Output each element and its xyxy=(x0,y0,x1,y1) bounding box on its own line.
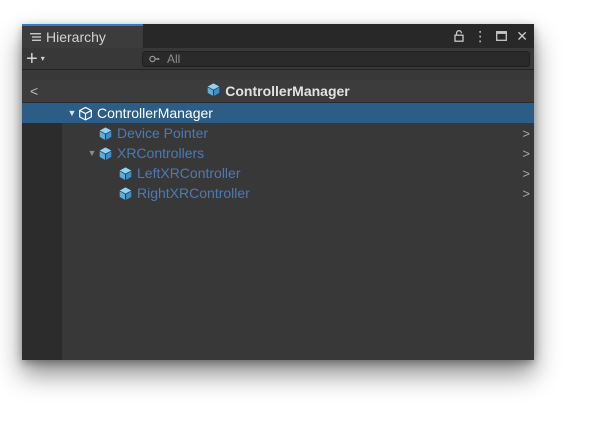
more-options-icon[interactable]: ⋮ xyxy=(473,28,487,45)
add-object-button[interactable]: + ▾ xyxy=(26,48,45,69)
prefab-cube-icon xyxy=(98,146,113,161)
hierarchy-window: Hierarchy ⋮ ✕ + ▾ All < ControllerManage… xyxy=(22,24,534,360)
expand-arrow-icon[interactable]: ▼ xyxy=(86,148,98,158)
tree-row[interactable]: Device Pointer > xyxy=(22,123,534,143)
tree-row-label: LeftXRController xyxy=(137,165,241,181)
plus-icon: + xyxy=(26,47,38,70)
hierarchy-toolbar: + ▾ All xyxy=(22,48,534,70)
prefab-title-text: ControllerManager xyxy=(225,83,350,99)
prefab-title: ControllerManager xyxy=(22,80,534,102)
search-icon xyxy=(149,55,161,64)
tab-bar: Hierarchy ⋮ ✕ xyxy=(22,24,534,48)
hierarchy-list-icon xyxy=(30,32,41,42)
search-field[interactable]: All xyxy=(142,51,530,67)
prefab-cube-icon xyxy=(206,82,221,100)
lock-icon[interactable] xyxy=(454,30,464,42)
window-controls: ⋮ ✕ xyxy=(454,24,528,48)
tree-row-label: XRControllers xyxy=(117,145,205,161)
tree-row[interactable]: LeftXRController > xyxy=(22,163,534,183)
maximize-icon[interactable] xyxy=(496,31,508,41)
prefab-cube-icon xyxy=(98,126,113,141)
prefab-cube-icon xyxy=(118,166,133,181)
search-placeholder: All xyxy=(167,52,181,66)
tree-row-label: RightXRController xyxy=(137,185,250,201)
open-prefab-chevron-icon[interactable]: > xyxy=(522,123,530,143)
prefab-breadcrumb-bar: < ControllerManager xyxy=(22,80,534,103)
open-prefab-chevron-icon[interactable]: > xyxy=(522,183,530,203)
tree-row[interactable]: RightXRController > xyxy=(22,183,534,203)
tab-title: Hierarchy xyxy=(46,29,106,45)
tab-hierarchy[interactable]: Hierarchy xyxy=(22,24,143,48)
open-prefab-chevron-icon[interactable]: > xyxy=(522,143,530,163)
prefab-cube-icon xyxy=(118,186,133,201)
tree-row[interactable]: ▼ ControllerManager xyxy=(22,103,534,123)
close-icon[interactable]: ✕ xyxy=(516,28,528,45)
expand-arrow-icon[interactable]: ▼ xyxy=(66,108,78,118)
tree-row-label: ControllerManager xyxy=(97,105,213,121)
tree-row-label: Device Pointer xyxy=(117,125,209,141)
dropdown-arrow-icon: ▾ xyxy=(40,54,45,63)
tree-row[interactable]: ▼ XRControllers > xyxy=(22,143,534,163)
gameobject-cube-icon xyxy=(78,106,93,121)
hierarchy-tree: ▼ ControllerManager Device Pointer > ▼ XRCont… xyxy=(22,103,534,360)
open-prefab-chevron-icon[interactable]: > xyxy=(522,163,530,183)
